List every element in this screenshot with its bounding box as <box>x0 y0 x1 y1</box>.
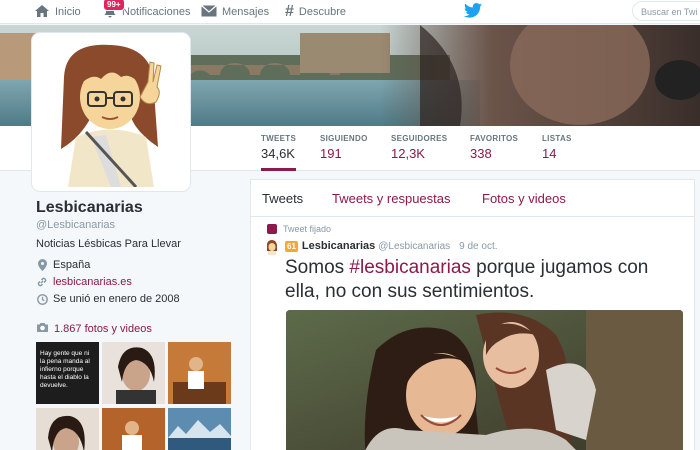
stat-value: 34,6K <box>261 146 295 161</box>
tweet-count-badge: 61 <box>285 240 298 252</box>
photo-thumbnail-caption: Hay gente que ni la pena manda al infier… <box>40 350 90 389</box>
pin-icon <box>267 224 277 234</box>
nav-notifications-label: Notificaciones <box>122 6 191 18</box>
nav-discover[interactable]: # Descubre <box>285 0 346 24</box>
profile-avatar[interactable] <box>32 33 190 191</box>
pinned-tweet-label: Tweet fijado <box>267 224 331 234</box>
photos-videos-label: 1.867 fotos y videos <box>54 323 152 335</box>
stat-value: 12,3K <box>391 146 425 161</box>
profile-website: lesbicanarias.es <box>36 276 132 288</box>
nav-home[interactable]: Inicio <box>34 0 81 24</box>
nav-discover-label: Descubre <box>298 6 346 18</box>
profile-website-link[interactable]: lesbicanarias.es <box>53 276 132 288</box>
top-navigation: Inicio Notificaciones 99+ Mensajes # Des… <box>0 0 700 24</box>
stat-following[interactable]: SIGUIENDO 191 <box>320 134 368 161</box>
tab-tweets-and-replies[interactable]: Tweets y respuestas <box>332 191 451 206</box>
hashtag-icon: # <box>285 3 294 20</box>
photo-thumbnail[interactable] <box>102 342 165 404</box>
photo-thumbnail[interactable]: Hay gente que ni la pena manda al infier… <box>36 342 99 404</box>
stat-label: LISTAS <box>542 134 572 143</box>
profile-handle[interactable]: @Lesbicanarias <box>36 219 115 231</box>
stat-value: 338 <box>470 146 492 161</box>
tab-tweets[interactable]: Tweets <box>262 191 303 206</box>
profile-joined: Se unió en enero de 2008 <box>36 293 180 305</box>
stat-label: TWEETS <box>261 134 297 143</box>
profile-bio: Noticias Lésbicas Para Llevar <box>36 238 181 250</box>
profile-name[interactable]: Lesbicanarias <box>36 199 143 217</box>
profile-joined-text: Se unió en enero de 2008 <box>53 293 180 305</box>
nav-home-label: Inicio <box>55 6 81 18</box>
camera-icon <box>36 322 49 336</box>
stat-label: FAVORITOS <box>470 134 519 143</box>
twitter-bird-icon[interactable] <box>464 3 482 23</box>
tweet-date[interactable]: 9 de oct. <box>459 241 497 252</box>
nav-messages[interactable]: Mensajes <box>201 0 269 24</box>
photo-thumbnail[interactable] <box>168 342 231 404</box>
photo-thumbnail[interactable] <box>102 408 165 450</box>
search-input[interactable]: Buscar en Twi <box>632 1 700 21</box>
pinned-tweet-text: Tweet fijado <box>283 224 332 234</box>
link-icon <box>36 276 48 288</box>
location-pin-icon <box>36 259 48 271</box>
profile-location-text: España <box>53 259 91 271</box>
tweet-text-start: Somos <box>285 257 350 278</box>
photos-videos-link[interactable]: 1.867 fotos y videos <box>36 322 152 336</box>
home-icon <box>34 4 50 21</box>
stat-label: SEGUIDORES <box>391 134 448 143</box>
stat-lists[interactable]: LISTAS 14 <box>542 134 572 161</box>
photo-thumbnail[interactable] <box>36 408 99 450</box>
calendar-icon <box>36 293 48 305</box>
stat-tweets[interactable]: TWEETS 34,6K <box>261 134 297 171</box>
stat-followers[interactable]: SEGUIDORES 12,3K <box>391 134 447 161</box>
tweet-media-photo[interactable] <box>286 310 683 450</box>
stat-label: SIGUIENDO <box>320 134 368 143</box>
stat-value: 191 <box>320 146 342 161</box>
tweet-author-avatar[interactable] <box>264 239 280 255</box>
stat-favorites[interactable]: FAVORITOS 338 <box>470 134 518 161</box>
photo-thumbnail[interactable] <box>168 408 231 450</box>
profile-location: España <box>36 259 90 271</box>
tweet-author-handle[interactable]: @Lesbicanarias <box>378 241 450 252</box>
nav-messages-label: Mensajes <box>222 6 270 18</box>
timeline: Tweets Tweets y respuestas Fotos y video… <box>250 179 695 450</box>
tweet-text: Somos #lesbicanarias porque jugamos con … <box>285 256 685 304</box>
envelope-icon <box>201 4 217 20</box>
timeline-tabs: Tweets Tweets y respuestas Fotos y video… <box>251 180 694 217</box>
tweet-header: 61 Lesbicanarias @Lesbicanarias 9 de oct… <box>285 240 498 252</box>
notification-count-badge: 99+ <box>103 0 125 11</box>
tweet-hashtag[interactable]: #lesbicanarias <box>349 257 470 278</box>
stat-value: 14 <box>542 146 557 161</box>
tab-photos-videos[interactable]: Fotos y videos <box>482 191 566 206</box>
tweet-author-name[interactable]: Lesbicanarias <box>302 240 375 252</box>
